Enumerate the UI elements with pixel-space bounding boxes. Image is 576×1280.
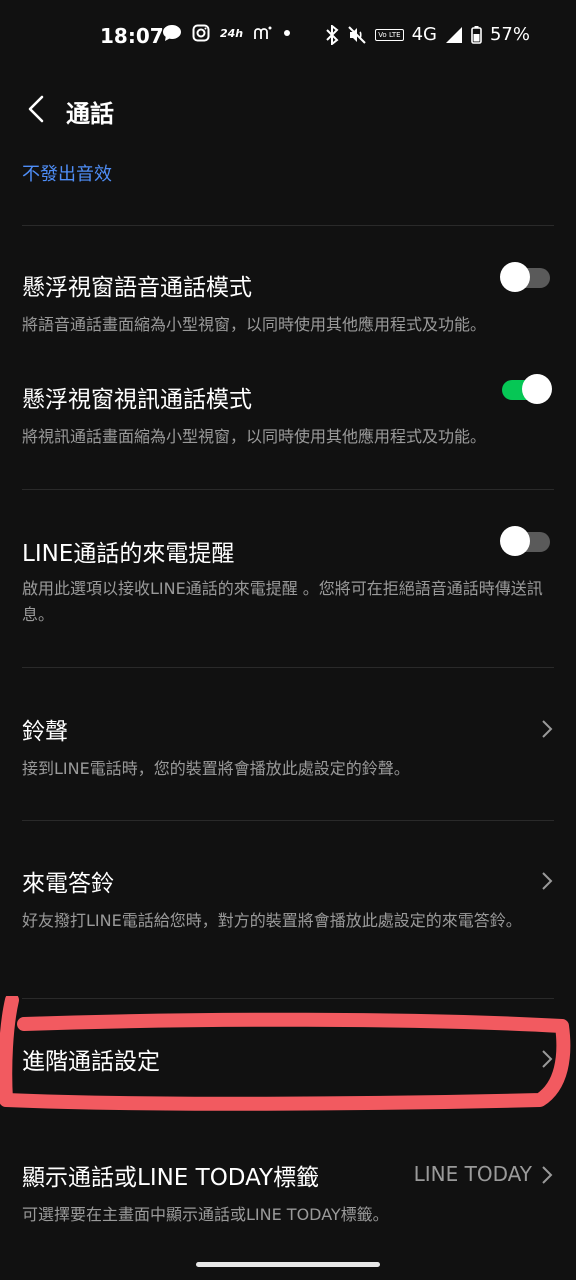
page-header: 通話 (0, 80, 576, 144)
more-notifications-dot-icon (284, 30, 291, 36)
setting-title: LINE通話的來電提醒 (22, 541, 235, 567)
setting-title: 懸浮視窗語音通話模式 (22, 275, 252, 301)
signal-icon (445, 26, 462, 43)
divider (22, 225, 554, 226)
network-type: 4G (411, 24, 437, 45)
setting-description: 接到LINE電話時，您的裝置將會播放此處設定的鈴聲。 (22, 759, 410, 778)
volte-icon: Vo LTE (375, 28, 404, 41)
setting-title: 顯示通話或LINE TODAY標籤 (22, 1165, 320, 1191)
mute-sound-link[interactable]: 不發出音效 (22, 160, 112, 186)
gesture-nav-bar[interactable] (196, 1262, 380, 1267)
divider (22, 489, 554, 490)
floating-voice-toggle[interactable] (500, 262, 550, 292)
status-time: 18:07 (100, 24, 164, 48)
setting-description: 啟用此選項以接收LINE通話的來電提醒 。您將可在拒絕語音通話時傳送訊息。 (22, 579, 543, 624)
toggle-knob (500, 526, 530, 556)
battery-level: 57% (489, 24, 530, 45)
setting-title: 鈴聲 (22, 719, 68, 745)
bluetooth-icon (326, 24, 339, 45)
system-icons: Vo LTE 4G 57% (325, 24, 530, 45)
floating-video-toggle[interactable] (502, 374, 552, 404)
divider (22, 998, 554, 999)
app-notification-icon (254, 26, 272, 39)
setting-description: 可選擇要在主畫面中顯示通話或LINE TODAY標籤。 (22, 1205, 389, 1224)
setting-title: 懸浮視窗視訊通話模式 (22, 387, 252, 413)
setting-title: 進階通話設定 (22, 1049, 160, 1075)
setting-description: 好友撥打LINE電話給您時，對方的裝置將會播放此處設定的來電答鈴。 (22, 911, 522, 930)
setting-description: 將語音通話畫面縮為小型視窗，以同時使用其他應用程式及功能。 (22, 315, 487, 334)
chat-bubble-icon (163, 25, 181, 41)
page-title: 通話 (66, 100, 114, 128)
setting-title: 來電答鈴 (22, 871, 114, 897)
incoming-call-alert-toggle[interactable] (500, 526, 550, 556)
toggle-knob (522, 374, 552, 404)
instagram-icon (192, 24, 210, 42)
divider (22, 820, 554, 821)
back-arrow-icon[interactable] (22, 94, 52, 124)
notification-icons: 24h (162, 24, 291, 42)
battery-icon (471, 25, 482, 44)
chevron-right-icon (542, 1166, 553, 1184)
setting-description: 將視訊通話畫面縮為小型視窗，以同時使用其他應用程式及功能。 (22, 427, 487, 446)
chevron-right-icon (542, 872, 553, 890)
mute-icon (348, 25, 366, 44)
setting-current-value: LINE TODAY (413, 1162, 532, 1186)
chevron-right-icon (542, 720, 553, 738)
divider (22, 667, 554, 668)
toggle-knob (500, 262, 530, 292)
24h-icon: 24h (220, 26, 244, 40)
chevron-right-icon (542, 1050, 553, 1068)
status-bar: 18:07 24h Vo LTE 4G 57% (0, 0, 576, 72)
